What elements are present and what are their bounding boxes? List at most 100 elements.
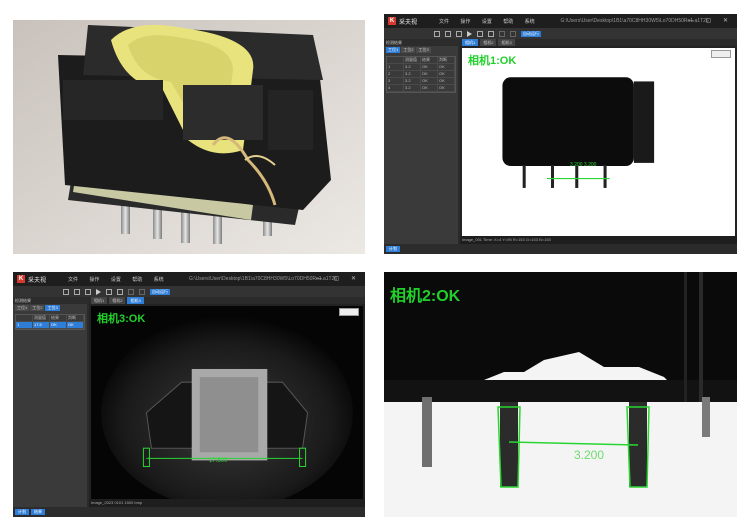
cell: OK: [438, 64, 455, 70]
tab-plan[interactable]: 计划: [15, 509, 29, 515]
cell: 1: [387, 64, 404, 70]
sidebar-tab-station1[interactable]: 工位1: [15, 305, 30, 311]
window-controls[interactable]: — ▢ ✕: [688, 17, 733, 24]
menu-item-system[interactable]: 系统: [525, 19, 535, 25]
menu-item-file[interactable]: 文件: [439, 19, 449, 25]
table-row[interactable]: 1 3.2 OK OK: [387, 64, 455, 71]
status-bar: Image_001 Time: X=4 Y=95 R=153 G=153 B=1…: [460, 236, 737, 244]
table-header: 测量值 结果 判断: [387, 57, 455, 64]
open-icon[interactable]: [74, 288, 80, 295]
menu-item-settings[interactable]: 设置: [111, 277, 121, 283]
table-row[interactable]: 4 3.2 OK OK: [387, 85, 455, 92]
toolbar: 自动运行: [13, 286, 365, 297]
stop-icon[interactable]: [477, 30, 483, 37]
column-header: 结果: [50, 315, 67, 321]
play-icon[interactable]: [467, 30, 472, 37]
table-row[interactable]: 2 3.2 OK OK: [387, 71, 455, 78]
menu-item-system[interactable]: 系统: [154, 277, 164, 283]
refresh-icon[interactable]: [488, 30, 494, 37]
cell: OK: [67, 322, 84, 328]
zoom-box[interactable]: [711, 50, 731, 58]
sidebar-tab-station3[interactable]: 工位3: [416, 47, 431, 53]
part-top-view: [91, 306, 363, 510]
column-header: 判断: [67, 315, 84, 321]
sidebar-tab-station2[interactable]: 工位2: [30, 305, 45, 311]
camera3-image[interactable]: 相机3:OK 17.500: [91, 306, 363, 510]
pause-icon[interactable]: [128, 288, 134, 295]
app-name: 采夫视: [399, 19, 418, 26]
menu-item-file[interactable]: 文件: [68, 277, 78, 283]
menu-bar: 文件 操作 设置 帮助 系统: [68, 276, 174, 283]
menu-item-settings[interactable]: 设置: [482, 19, 492, 25]
mode-tag[interactable]: 自动运行: [521, 30, 541, 37]
part-silhouette: [502, 77, 655, 188]
results-table: 测量值 结果 判断 1 17.5 OK OK: [15, 314, 85, 330]
camera3-result-label: 相机3:OK: [97, 313, 146, 325]
menu-bar: 文件 操作 设置 帮助 系统: [439, 18, 545, 25]
camera1-image[interactable]: 相机1:OK 3.200 3.200: [462, 48, 735, 236]
camera2-result-label: 相机2:OK: [390, 288, 461, 305]
viewer-tabs: 相机1 相机2 相机3: [460, 39, 737, 46]
menu-item-operate[interactable]: 操作: [89, 277, 99, 283]
cell: OK: [50, 322, 67, 328]
save-icon[interactable]: [85, 288, 91, 295]
menu-item-operate[interactable]: 操作: [460, 19, 470, 25]
cell: 3: [387, 78, 404, 84]
sidebar-tab-station3[interactable]: 工位3: [45, 305, 60, 311]
file-path: G:\Users\User\Desktop\1B1\a70C8HH30W5\Lo…: [560, 18, 709, 24]
tab-camera1[interactable]: 相机1: [462, 39, 479, 46]
app-name: 采夫视: [28, 277, 47, 284]
cell: 3.2: [404, 85, 421, 91]
sidebar-tab-station2[interactable]: 工位2: [401, 47, 416, 53]
new-icon[interactable]: [63, 288, 69, 295]
save-icon[interactable]: [456, 30, 462, 37]
new-icon[interactable]: [434, 30, 440, 37]
cell: OK: [438, 85, 455, 91]
play-icon[interactable]: [96, 288, 101, 295]
tab-camera3[interactable]: 相机3: [127, 297, 144, 304]
inspection-app-window-camera3: K 采夫视 文件 操作 设置 帮助 系统 G:\Users\User\Deskt…: [13, 272, 365, 517]
camera-icon[interactable]: [139, 288, 145, 295]
camera1-result-label: 相机1:OK: [468, 55, 517, 67]
cell: 3.2: [404, 78, 421, 84]
table-row[interactable]: 3 3.2 OK OK: [387, 78, 455, 85]
cell: OK: [421, 71, 438, 77]
camera1-measurement: 3.200 3.200: [570, 162, 597, 168]
open-icon[interactable]: [445, 30, 451, 37]
mode-tag[interactable]: 自动运行: [150, 288, 170, 295]
tab-camera1[interactable]: 相机1: [91, 297, 108, 304]
menu-item-help[interactable]: 帮助: [503, 19, 513, 25]
image-viewer: 相机1 相机2 相机3 相机1:OK 3.200 3.200 Image_001…: [460, 39, 737, 244]
stop-icon[interactable]: [106, 288, 112, 295]
camera-icon[interactable]: [510, 30, 516, 37]
pause-icon[interactable]: [499, 30, 505, 37]
tab-camera3[interactable]: 相机3: [498, 39, 515, 46]
results-sidebar: 检测结果 工位1 工位2 工位3 测量值 结果 判断 1 17.5 OK OK: [13, 297, 87, 507]
title-bar: K 采夫视 文件 操作 设置 帮助 系统 G:\Users\User\Deskt…: [384, 14, 737, 28]
sidebar-tab-station1[interactable]: 工位1: [386, 47, 401, 53]
cell: 4: [387, 85, 404, 91]
tab-camera2[interactable]: 相机2: [480, 39, 497, 46]
column-header: [16, 315, 33, 321]
cell: OK: [438, 78, 455, 84]
column-header: 结果: [421, 57, 438, 63]
camera3-measurement: 17.500: [209, 458, 228, 464]
tab-results[interactable]: 结果: [31, 509, 45, 515]
window-controls[interactable]: — ▢ ✕: [316, 275, 361, 282]
refresh-icon[interactable]: [117, 288, 123, 295]
tab-camera2[interactable]: 相机2: [109, 297, 126, 304]
tab-plan[interactable]: 计划: [386, 246, 400, 252]
inspection-app-window-camera1: K 采夫视 文件 操作 设置 帮助 系统 G:\Users\User\Deskt…: [384, 14, 737, 254]
table-header: 测量值 结果 判断: [16, 315, 84, 322]
menu-item-help[interactable]: 帮助: [132, 277, 142, 283]
cell: OK: [421, 78, 438, 84]
image-viewer: 相机1 相机2 相机3 相机3:OK 17.500 Image_2023 010…: [89, 297, 365, 510]
results-sidebar: 检测结果 工位1 工位2 工位3 测量值 结果 判断 1 3.2 OK OK 2…: [384, 39, 458, 244]
cell: 3.2: [404, 71, 421, 77]
toolbar: 自动运行: [384, 28, 737, 39]
cell: 2: [387, 71, 404, 77]
table-row[interactable]: 1 17.5 OK OK: [16, 322, 84, 329]
file-path: G:\Users\User\Desktop\1B1\a70C8HH30W5\Lo…: [189, 276, 338, 282]
results-table: 测量值 结果 判断 1 3.2 OK OK 2 3.2 OK OK 3 3.2 …: [386, 56, 456, 93]
zoom-box[interactable]: [339, 308, 359, 316]
